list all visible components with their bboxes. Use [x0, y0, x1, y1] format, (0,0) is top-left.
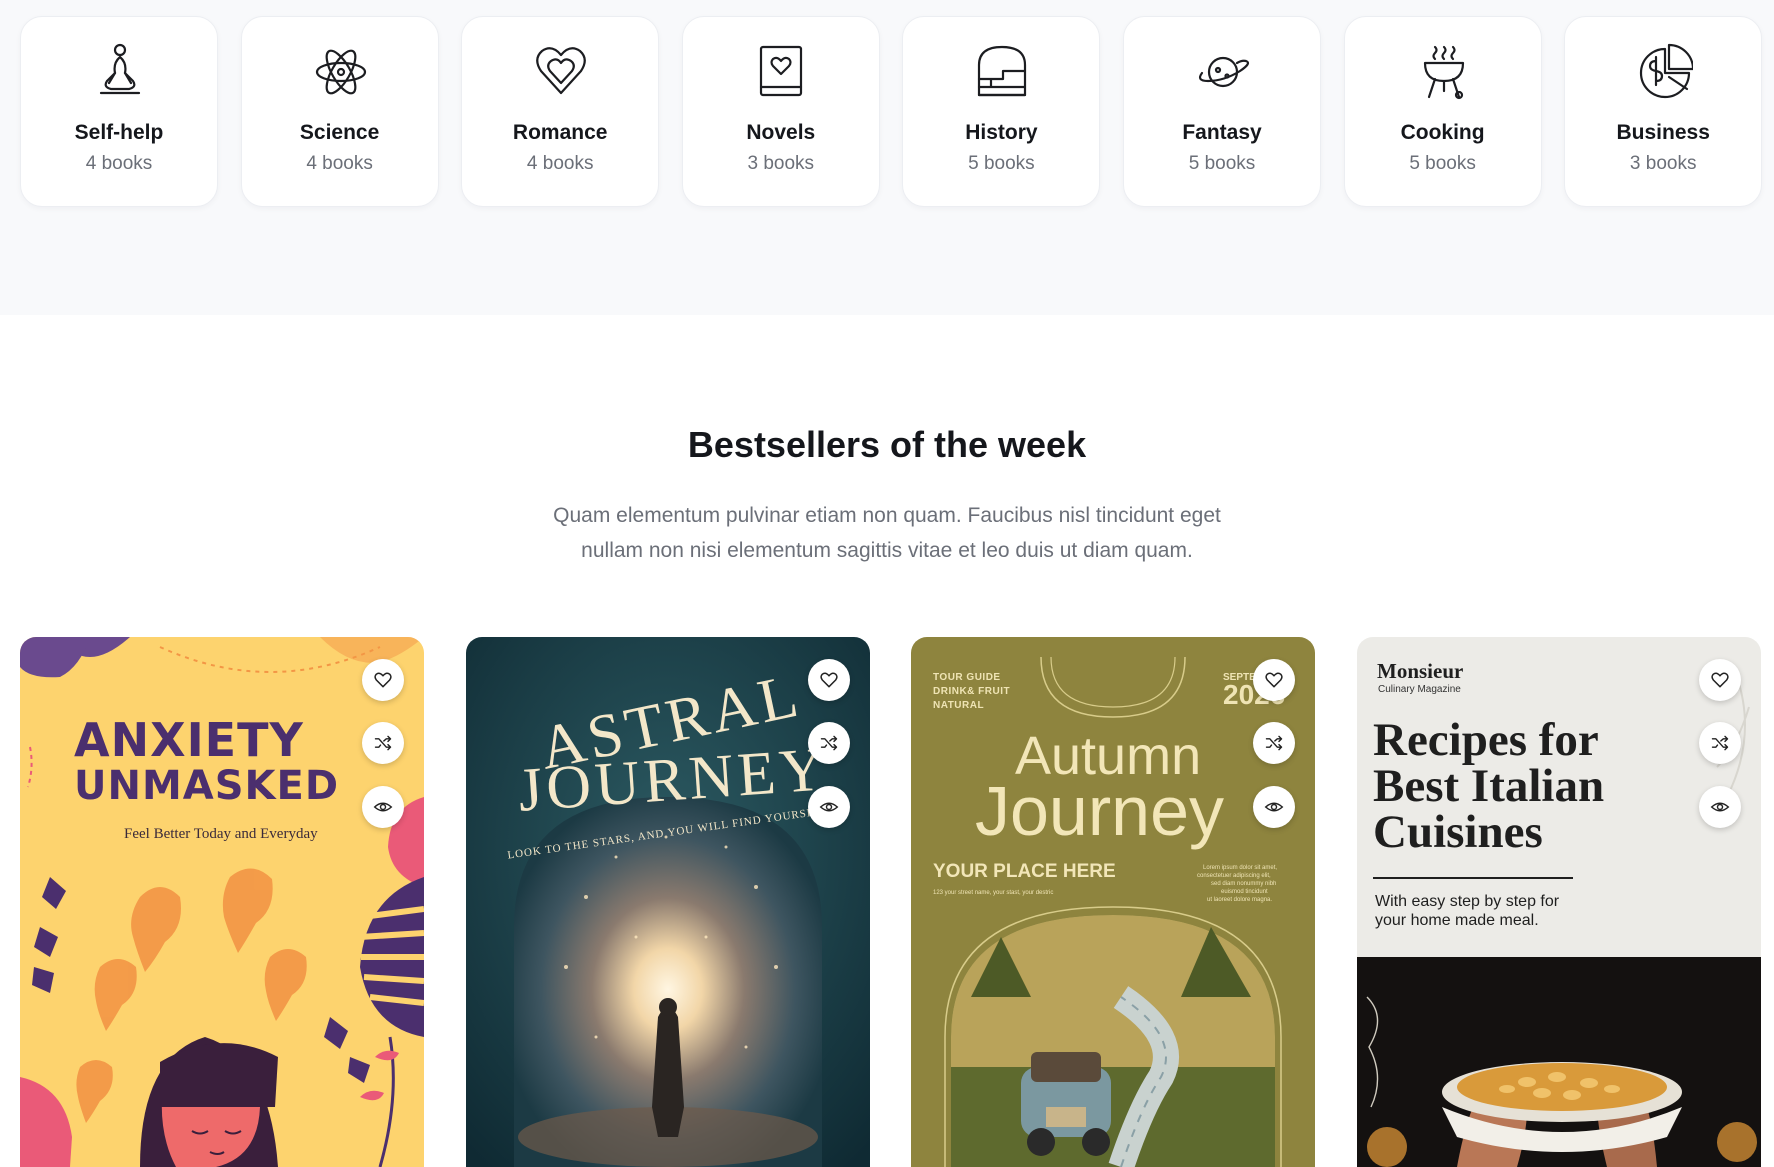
- ruins-icon: [973, 41, 1031, 103]
- category-count: 3 books: [1629, 153, 1697, 174]
- category-name: Cooking: [1400, 121, 1485, 144]
- category-count: 4 books: [85, 153, 153, 174]
- compare-button[interactable]: [1699, 722, 1741, 764]
- category-card-history[interactable]: History 5 books: [902, 16, 1101, 207]
- blurb-line3: sed diam nonummy nibh: [1211, 881, 1277, 887]
- wishlist-button[interactable]: [808, 659, 850, 701]
- category-name: Fantasy: [1182, 121, 1262, 144]
- quick-view-button[interactable]: [1699, 786, 1741, 828]
- place-label: YOUR PLACE HERE: [933, 861, 1116, 882]
- eye-icon: [1264, 802, 1284, 812]
- book-heart-icon: [753, 41, 811, 103]
- book-card-anxiety-unmasked[interactable]: ANXIETY UNMASKED Feel Better Today and E…: [20, 637, 424, 1167]
- tour-guide-line2: DRINK& FRUIT: [933, 686, 1011, 697]
- tour-guide-line3: NATURAL: [933, 700, 985, 711]
- book-title-line3: Cuisines: [1373, 806, 1543, 858]
- book-title-line1: ANXIETY: [74, 713, 304, 767]
- magazine-brand: Monsieur: [1377, 659, 1464, 683]
- category-card-science[interactable]: Science 4 books: [240, 16, 439, 207]
- section-subtitle: Quam elementum pulvinar etiam non quam. …: [553, 504, 1221, 562]
- blurb-line5: ut laoreet dolore magna.: [1207, 897, 1273, 903]
- categories-section: Self-help 4 books Science 4 books Romance 4 b…: [0, 0, 1774, 315]
- eye-icon: [1710, 802, 1730, 812]
- category-card-cooking[interactable]: Cooking 5 books: [1343, 16, 1542, 207]
- eye-icon: [819, 802, 839, 812]
- book-card-italian-cuisines[interactable]: Monsieur Culinary Magazine Recipes for B…: [1357, 637, 1761, 1167]
- category-name: Science: [299, 121, 380, 144]
- heart-outline-icon: [1711, 672, 1729, 688]
- category-name: Self-help: [74, 121, 164, 144]
- category-card-romance[interactable]: Romance 4 books: [461, 16, 660, 207]
- grill-icon: [1415, 41, 1473, 103]
- magazine-subtitle: Culinary Magazine: [1378, 684, 1461, 695]
- book-title-line2: UNMASKED: [74, 763, 340, 809]
- book-card-autumn-journey[interactable]: TOUR GUIDE DRINK& FRUIT NATURAL SEPTE 20…: [911, 637, 1315, 1167]
- category-name: Romance: [512, 121, 608, 144]
- category-count: 5 books: [968, 153, 1035, 174]
- category-count: 5 books: [1409, 153, 1476, 174]
- shuffle-icon: [374, 735, 392, 751]
- category-card-business[interactable]: Business 3 books: [1564, 16, 1763, 207]
- section-title: Bestsellers of the week: [687, 424, 1087, 465]
- wishlist-button[interactable]: [1253, 659, 1295, 701]
- category-name: Business: [1616, 121, 1710, 144]
- pie-chart-dollar-icon: [1635, 41, 1694, 103]
- book-tagline-line1: With easy step by step for: [1375, 893, 1560, 910]
- shuffle-icon: [1711, 735, 1729, 751]
- category-count: 4 books: [526, 153, 594, 174]
- wishlist-button[interactable]: [1699, 659, 1741, 701]
- wishlist-button[interactable]: [362, 659, 404, 701]
- heart-outline-icon: [820, 672, 838, 688]
- heart-icon: [532, 41, 590, 103]
- category-name: Novels: [746, 121, 816, 144]
- eye-icon: [373, 802, 393, 812]
- category-card-fantasy[interactable]: Fantasy 5 books: [1123, 16, 1321, 207]
- meditation-icon: [91, 41, 149, 103]
- blurb-line4: euismod tincidunt: [1221, 889, 1268, 895]
- book-card-astral-journey[interactable]: ASTRAL JOURNEY LOOK TO THE STARS, AND YO…: [466, 637, 870, 1167]
- category-count: 4 books: [306, 153, 373, 174]
- category-card-novels[interactable]: Novels 3 books: [681, 16, 880, 207]
- heart-outline-icon: [1265, 672, 1283, 688]
- shuffle-icon: [1265, 735, 1283, 751]
- book-title-line2: Journey: [975, 772, 1225, 850]
- atom-icon: [312, 41, 370, 103]
- quick-view-button[interactable]: [362, 786, 404, 828]
- quick-view-button[interactable]: [1253, 786, 1295, 828]
- category-count: 5 books: [1188, 153, 1256, 174]
- planet-icon: [1194, 41, 1252, 103]
- compare-button[interactable]: [1253, 722, 1295, 764]
- address-label: 123 your street name, your stast, your d…: [933, 890, 1054, 896]
- book-tagline-line2: your home made meal.: [1375, 912, 1539, 929]
- blurb-line2: consectetuer adipiscing elit,: [1197, 873, 1271, 879]
- category-card-self-help[interactable]: Self-help 4 books: [20, 16, 218, 207]
- compare-button[interactable]: [808, 722, 850, 764]
- compare-button[interactable]: [362, 722, 404, 764]
- quick-view-button[interactable]: [808, 786, 850, 828]
- shuffle-icon: [820, 735, 838, 751]
- category-name: History: [965, 121, 1038, 144]
- category-count: 3 books: [747, 153, 815, 174]
- tour-guide-line1: TOUR GUIDE: [933, 672, 1001, 683]
- heart-outline-icon: [374, 672, 392, 688]
- blurb-line1: Lorem ipsum dolor sit amet,: [1203, 865, 1278, 871]
- book-tagline: Feel Better Today and Everyday: [124, 826, 318, 842]
